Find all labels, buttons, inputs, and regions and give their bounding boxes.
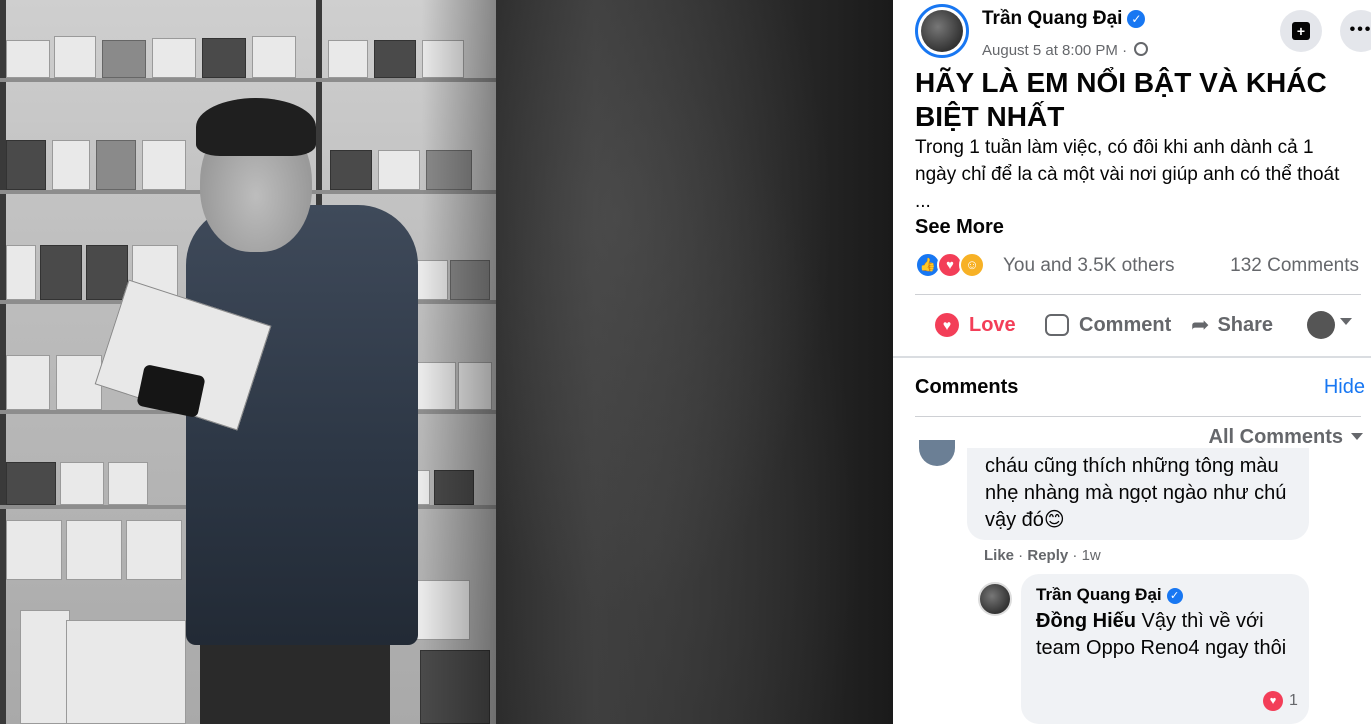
comment-like-link[interactable]: Like — [984, 547, 1014, 564]
comment-reply-link[interactable]: Reply — [1027, 547, 1068, 564]
chevron-down-icon[interactable] — [1340, 318, 1352, 325]
comment-bubble-icon — [1045, 314, 1069, 336]
reaction-count[interactable]: You and 3.5K others — [1003, 255, 1175, 277]
comment-button[interactable]: Comment — [1045, 298, 1171, 352]
globe-icon — [1134, 42, 1149, 56]
share-label: Share — [1217, 313, 1274, 336]
post-meta: August 5 at 8:00 PM · — [982, 42, 1149, 59]
post-photo[interactable] — [0, 0, 496, 724]
post-timestamp[interactable]: August 5 at 8:00 PM — [982, 42, 1118, 59]
reply-text: Đồng Hiếu Vậy thì về với team Oppo Reno4… — [1036, 608, 1298, 662]
reaction-summary[interactable]: 👍 ♥ ☺ You and 3.5K others 132 Comments — [915, 250, 1365, 280]
share-button[interactable]: ➦ Share — [1191, 298, 1273, 352]
hide-comments-link[interactable]: Hide — [1324, 376, 1365, 399]
care-icon: ☺ — [959, 252, 985, 278]
comment-count[interactable]: 132 Comments — [1230, 255, 1359, 277]
comments-heading: Comments — [915, 376, 1019, 398]
reply-reactions[interactable]: ♥ 1 — [1263, 688, 1298, 714]
love-label: Love — [969, 313, 1016, 336]
commenter-avatar[interactable] — [919, 440, 955, 466]
photo-viewer[interactable] — [0, 0, 893, 724]
heart-icon: ♥ — [935, 313, 959, 337]
comment-label: Comment — [1079, 313, 1172, 336]
author-name-row[interactable]: Trần Quang Đại ✓ — [982, 8, 1146, 30]
author-avatar[interactable] — [915, 4, 969, 58]
profile-selector-avatar[interactable] — [1307, 311, 1335, 339]
love-icon: ♥ — [1263, 691, 1283, 711]
post-header: Trần Quang Đại ✓ August 5 at 8:00 PM · ••… — [915, 4, 1371, 64]
more-dots-icon: ••• — [1349, 21, 1371, 38]
author-name[interactable]: Trần Quang Đại — [982, 8, 1122, 29]
save-post-button[interactable] — [1280, 10, 1322, 52]
reply-author-avatar[interactable] — [978, 582, 1012, 616]
post-panel: Trần Quang Đại✓ August 5 at 8:00 PM · ••… — [893, 0, 1371, 724]
section-divider — [893, 356, 1371, 358]
chevron-down-icon — [1351, 433, 1363, 440]
photo-shade — [0, 0, 496, 724]
comment-filter-label: All Comments — [1208, 426, 1343, 448]
verified-badge-icon: ✓ — [1127, 10, 1146, 28]
share-arrow-icon: ➦ — [1191, 312, 1210, 337]
post-title: HÃY LÀ EM NỔI BẬT VÀ KHÁC BIỆT NHẤT — [915, 67, 1327, 132]
divider — [915, 294, 1361, 295]
reply-reaction-count: 1 — [1289, 692, 1298, 709]
reply-author-row[interactable]: Trần Quang Đại ✓ — [1036, 585, 1183, 605]
mention-tag[interactable]: Đồng Hiếu — [1036, 610, 1136, 632]
comment-actions: Like · Reply · 1w — [984, 547, 1101, 564]
action-bar: ♥ Love Comment ➦ Share — [915, 298, 1365, 352]
reply-author-name[interactable]: Trần Quang Đại — [1036, 585, 1162, 604]
bookmark-add-icon — [1292, 22, 1310, 40]
comment-text: cháu cũng thích những tông màu nhẹ nhàng… — [985, 455, 1287, 531]
see-more-link[interactable]: See More — [915, 216, 1004, 239]
divider — [915, 416, 1361, 417]
love-button[interactable]: ♥ Love — [935, 298, 1016, 352]
verified-badge-icon: ✓ — [1166, 588, 1183, 604]
blurred-background — [496, 0, 893, 724]
more-options-button[interactable]: ••• — [1340, 10, 1371, 52]
comment-age[interactable]: 1w — [1082, 547, 1101, 564]
author-avatar-image — [921, 10, 963, 52]
comment-filter-dropdown[interactable]: All Comments — [1209, 426, 1363, 449]
post-text: Trong 1 tuần làm việc, có đôi khi anh dà… — [915, 137, 1340, 212]
